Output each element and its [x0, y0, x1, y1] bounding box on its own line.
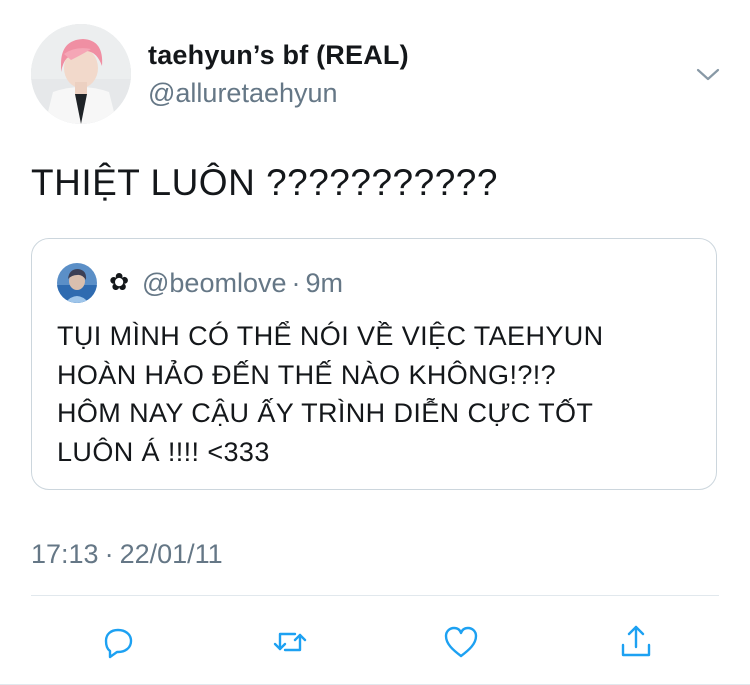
like-button[interactable] [441, 622, 481, 662]
reply-icon [104, 628, 133, 659]
retweet-icon [273, 632, 307, 652]
chevron-down-icon[interactable] [694, 62, 722, 86]
quoted-handle[interactable]: @beomlove [142, 268, 286, 298]
timestamp-separator: · [104, 539, 114, 569]
avatar-image [31, 24, 131, 124]
quoted-avatar-image [57, 263, 97, 303]
quoted-tweet-card[interactable]: ✿ @beomlove · 9m TỤI MÌNH CÓ THỂ NÓI VỀ VI… [31, 238, 717, 490]
quoted-text-line: HÔM NAY CẬU ẤY TRÌNH DIỄN CỰC TỐT [57, 398, 594, 428]
tweet-time: 17:13 [31, 539, 99, 569]
author-handle[interactable]: @alluretaehyun [148, 78, 338, 109]
divider [31, 595, 719, 596]
share-icon [621, 625, 651, 657]
quoted-meta: @beomlove · 9m [142, 266, 343, 300]
tweet-text: THIỆT LUÔN ??????????? [31, 162, 498, 203]
share-button[interactable] [616, 622, 656, 662]
quoted-author-avatar[interactable] [57, 263, 97, 303]
author-avatar[interactable] [31, 24, 131, 124]
quoted-name-flower-icon: ✿ [109, 269, 130, 296]
quoted-text-line: TỤI MÌNH CÓ THỂ NÓI VỀ VIỆC TAEHYUN [57, 321, 604, 351]
quoted-text-line: LUÔN Á !!!! <333 [57, 436, 270, 467]
reply-button[interactable] [98, 622, 138, 662]
quoted-time-ago[interactable]: 9m [305, 268, 343, 298]
quoted-text-line: HOÀN HẢO ĐẾN THẾ NÀO KHÔNG!?!? [57, 359, 557, 390]
retweet-button[interactable] [270, 622, 310, 662]
tweet-date: 22/01/11 [119, 539, 223, 569]
tweet-timestamp[interactable]: 17:13 · 22/01/11 [31, 539, 223, 570]
author-display-name[interactable]: taehyun’s bf (REAL) [148, 40, 409, 71]
tweet-detail: taehyun’s bf (REAL) @alluretaehyun THIỆT… [0, 0, 750, 685]
quoted-separator: · [291, 268, 301, 298]
quoted-tweet-text: TỤI MÌNH CÓ THỂ NÓI VỀ VIỆC TAEHYUN HOÀN… [57, 317, 697, 471]
like-icon [444, 626, 478, 658]
